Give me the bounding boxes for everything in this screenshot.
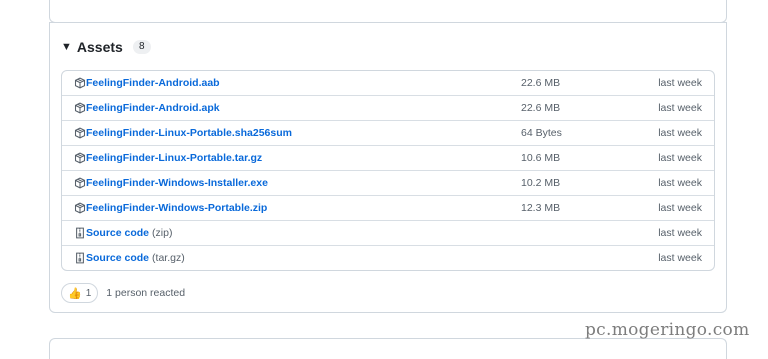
asset-link[interactable]: FeelingFinder-Windows-Installer.exe [86, 177, 268, 189]
asset-row: FeelingFinder-Windows-Portable.zip 12.3 M… [62, 195, 714, 220]
asset-format[interactable]: (tar.gz) [152, 252, 185, 264]
reaction-count: 1 [85, 287, 92, 299]
asset-date: last week [658, 227, 702, 239]
package-icon [74, 177, 86, 189]
asset-date: last week [658, 102, 702, 114]
asset-row: FeelingFinder-Linux-Portable.sha256sum 64… [62, 120, 714, 145]
asset-size: 22.6 MB [521, 102, 561, 114]
asset-date: last week [658, 252, 702, 264]
asset-row: FeelingFinder-Android.apk 22.6 MB last wee… [62, 95, 714, 120]
asset-row: FeelingFinder-Android.aab 22.6 MB last wee… [62, 71, 714, 95]
asset-link[interactable]: FeelingFinder-Windows-Portable.zip [86, 202, 267, 214]
asset-link[interactable]: FeelingFinder-Android.apk [86, 102, 220, 114]
asset-size: 12.3 MB [521, 202, 561, 214]
asset-size: 10.2 MB [521, 177, 561, 189]
asset-link[interactable]: FeelingFinder-Linux-Portable.tar.gz [86, 152, 262, 164]
asset-date: last week [658, 152, 702, 164]
assets-toggle[interactable]: ▼ Assets 8 [61, 39, 151, 55]
asset-link[interactable]: FeelingFinder-Linux-Portable.sha256sum [86, 127, 292, 139]
asset-size: 22.6 MB [521, 77, 561, 89]
caret-down-icon: ▼ [61, 41, 72, 53]
asset-date: last week [658, 177, 702, 189]
file-zip-icon [74, 227, 86, 239]
package-icon [74, 102, 86, 114]
asset-size: 10.6 MB [521, 152, 561, 164]
asset-row: FeelingFinder-Windows-Installer.exe 10.2 … [62, 170, 714, 195]
asset-row: FeelingFinder-Linux-Portable.tar.gz 10.6 … [62, 145, 714, 170]
reactions-bar: 👍 1 1 person reacted [61, 283, 185, 303]
asset-link[interactable]: Source code [86, 227, 149, 239]
asset-size: 64 Bytes [521, 127, 562, 139]
asset-date: last week [658, 127, 702, 139]
asset-link[interactable]: Source code [86, 252, 149, 264]
package-icon [74, 127, 86, 139]
package-icon [74, 152, 86, 164]
asset-row: Source code (zip) last week [62, 220, 714, 245]
assets-count-badge: 8 [132, 40, 151, 54]
watermark: pc.mogeringo.com [585, 320, 750, 340]
asset-row: Source code (tar.gz) last week [62, 245, 714, 270]
asset-date: last week [658, 77, 702, 89]
asset-format[interactable]: (zip) [152, 227, 172, 239]
assets-title: Assets [76, 39, 123, 55]
package-icon [74, 77, 86, 89]
asset-date: last week [658, 202, 702, 214]
previous-card [49, 0, 727, 23]
thumbs-up-icon: 👍 [68, 287, 82, 300]
thumbs-up-reaction-button[interactable]: 👍 1 [61, 283, 99, 303]
package-icon [74, 202, 86, 214]
file-zip-icon [74, 252, 86, 264]
reaction-summary: 1 person reacted [106, 287, 186, 299]
assets-list: FeelingFinder-Android.aab 22.6 MB last wee… [61, 70, 715, 271]
asset-link[interactable]: FeelingFinder-Android.aab [86, 77, 220, 89]
